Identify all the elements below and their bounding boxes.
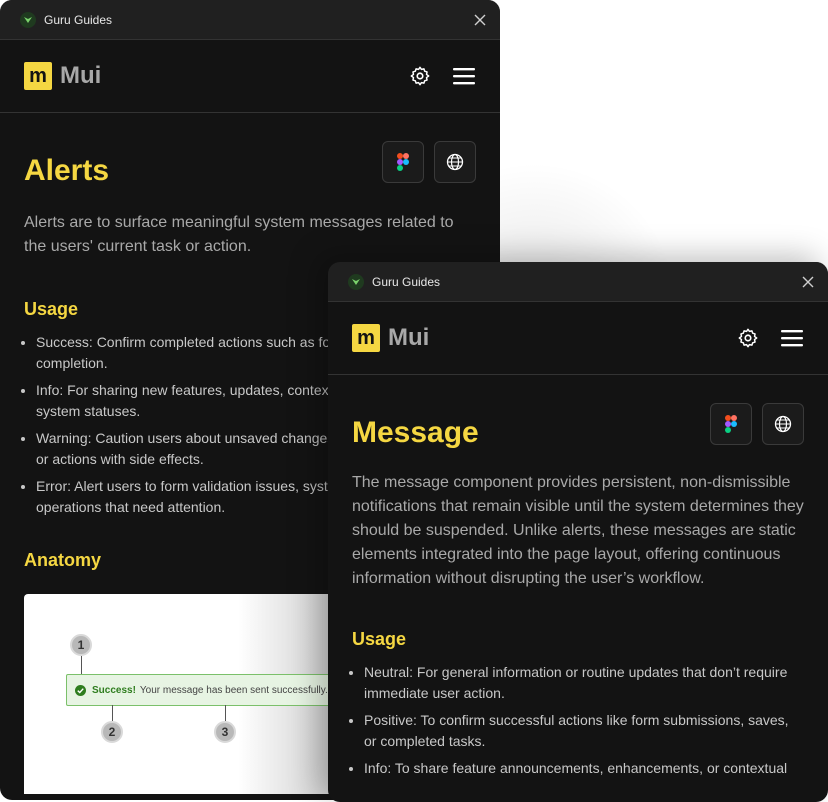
settings-gear-icon[interactable]: [736, 326, 760, 350]
page-lead: The message component provides persisten…: [352, 474, 804, 587]
list-item: Info: To share feature announcements, en…: [364, 758, 804, 779]
window-title: Guru Guides: [372, 274, 441, 289]
usage-heading: Usage: [352, 629, 407, 649]
alert-sample-title: Success!: [92, 684, 136, 696]
figma-icon: [725, 415, 737, 433]
brand-name[interactable]: Mui: [60, 62, 101, 90]
guru-logo-icon: [348, 273, 364, 290]
alert-sample-text: Your message has been sent successfully.: [139, 684, 328, 696]
window-title: Guru Guides: [44, 12, 113, 27]
marker-line: [81, 656, 82, 674]
brand-logo[interactable]: m: [352, 324, 380, 352]
titlebar: Guru Guides: [328, 262, 828, 302]
list-item: Positive: To confirm successful actions …: [364, 710, 804, 752]
anatomy-marker-3: 3: [214, 721, 236, 743]
hamburger-menu-icon[interactable]: [452, 64, 476, 88]
globe-icon: [446, 153, 464, 171]
figma-button[interactable]: [382, 141, 424, 183]
check-circle-icon: [75, 684, 86, 696]
titlebar: Guru Guides: [0, 0, 500, 40]
settings-gear-icon[interactable]: [408, 64, 432, 88]
anatomy-marker-1: 1: [70, 634, 92, 656]
close-icon[interactable]: [472, 12, 488, 28]
brand-name[interactable]: Mui: [388, 324, 429, 352]
hamburger-menu-icon[interactable]: [780, 326, 804, 350]
app-header: m Mui: [0, 40, 500, 113]
usage-list: Neutral: For general information or rout…: [352, 662, 804, 779]
close-icon[interactable]: [800, 274, 816, 290]
app-header: m Mui: [328, 302, 828, 375]
marker-line: [225, 705, 226, 721]
marker-line: [112, 705, 113, 721]
globe-button[interactable]: [762, 403, 804, 445]
list-item: Neutral: For general information or rout…: [364, 662, 804, 704]
figma-button[interactable]: [710, 403, 752, 445]
window-message: Guru Guides m Mui Message The message co…: [328, 262, 828, 802]
figma-icon: [397, 153, 409, 171]
anatomy-marker-2: 2: [101, 721, 123, 743]
globe-button[interactable]: [434, 141, 476, 183]
globe-icon: [774, 415, 792, 433]
brand-logo[interactable]: m: [24, 62, 52, 90]
guru-logo-icon: [20, 11, 36, 28]
page-lead: Alerts are to surface meaningful system …: [24, 214, 454, 255]
